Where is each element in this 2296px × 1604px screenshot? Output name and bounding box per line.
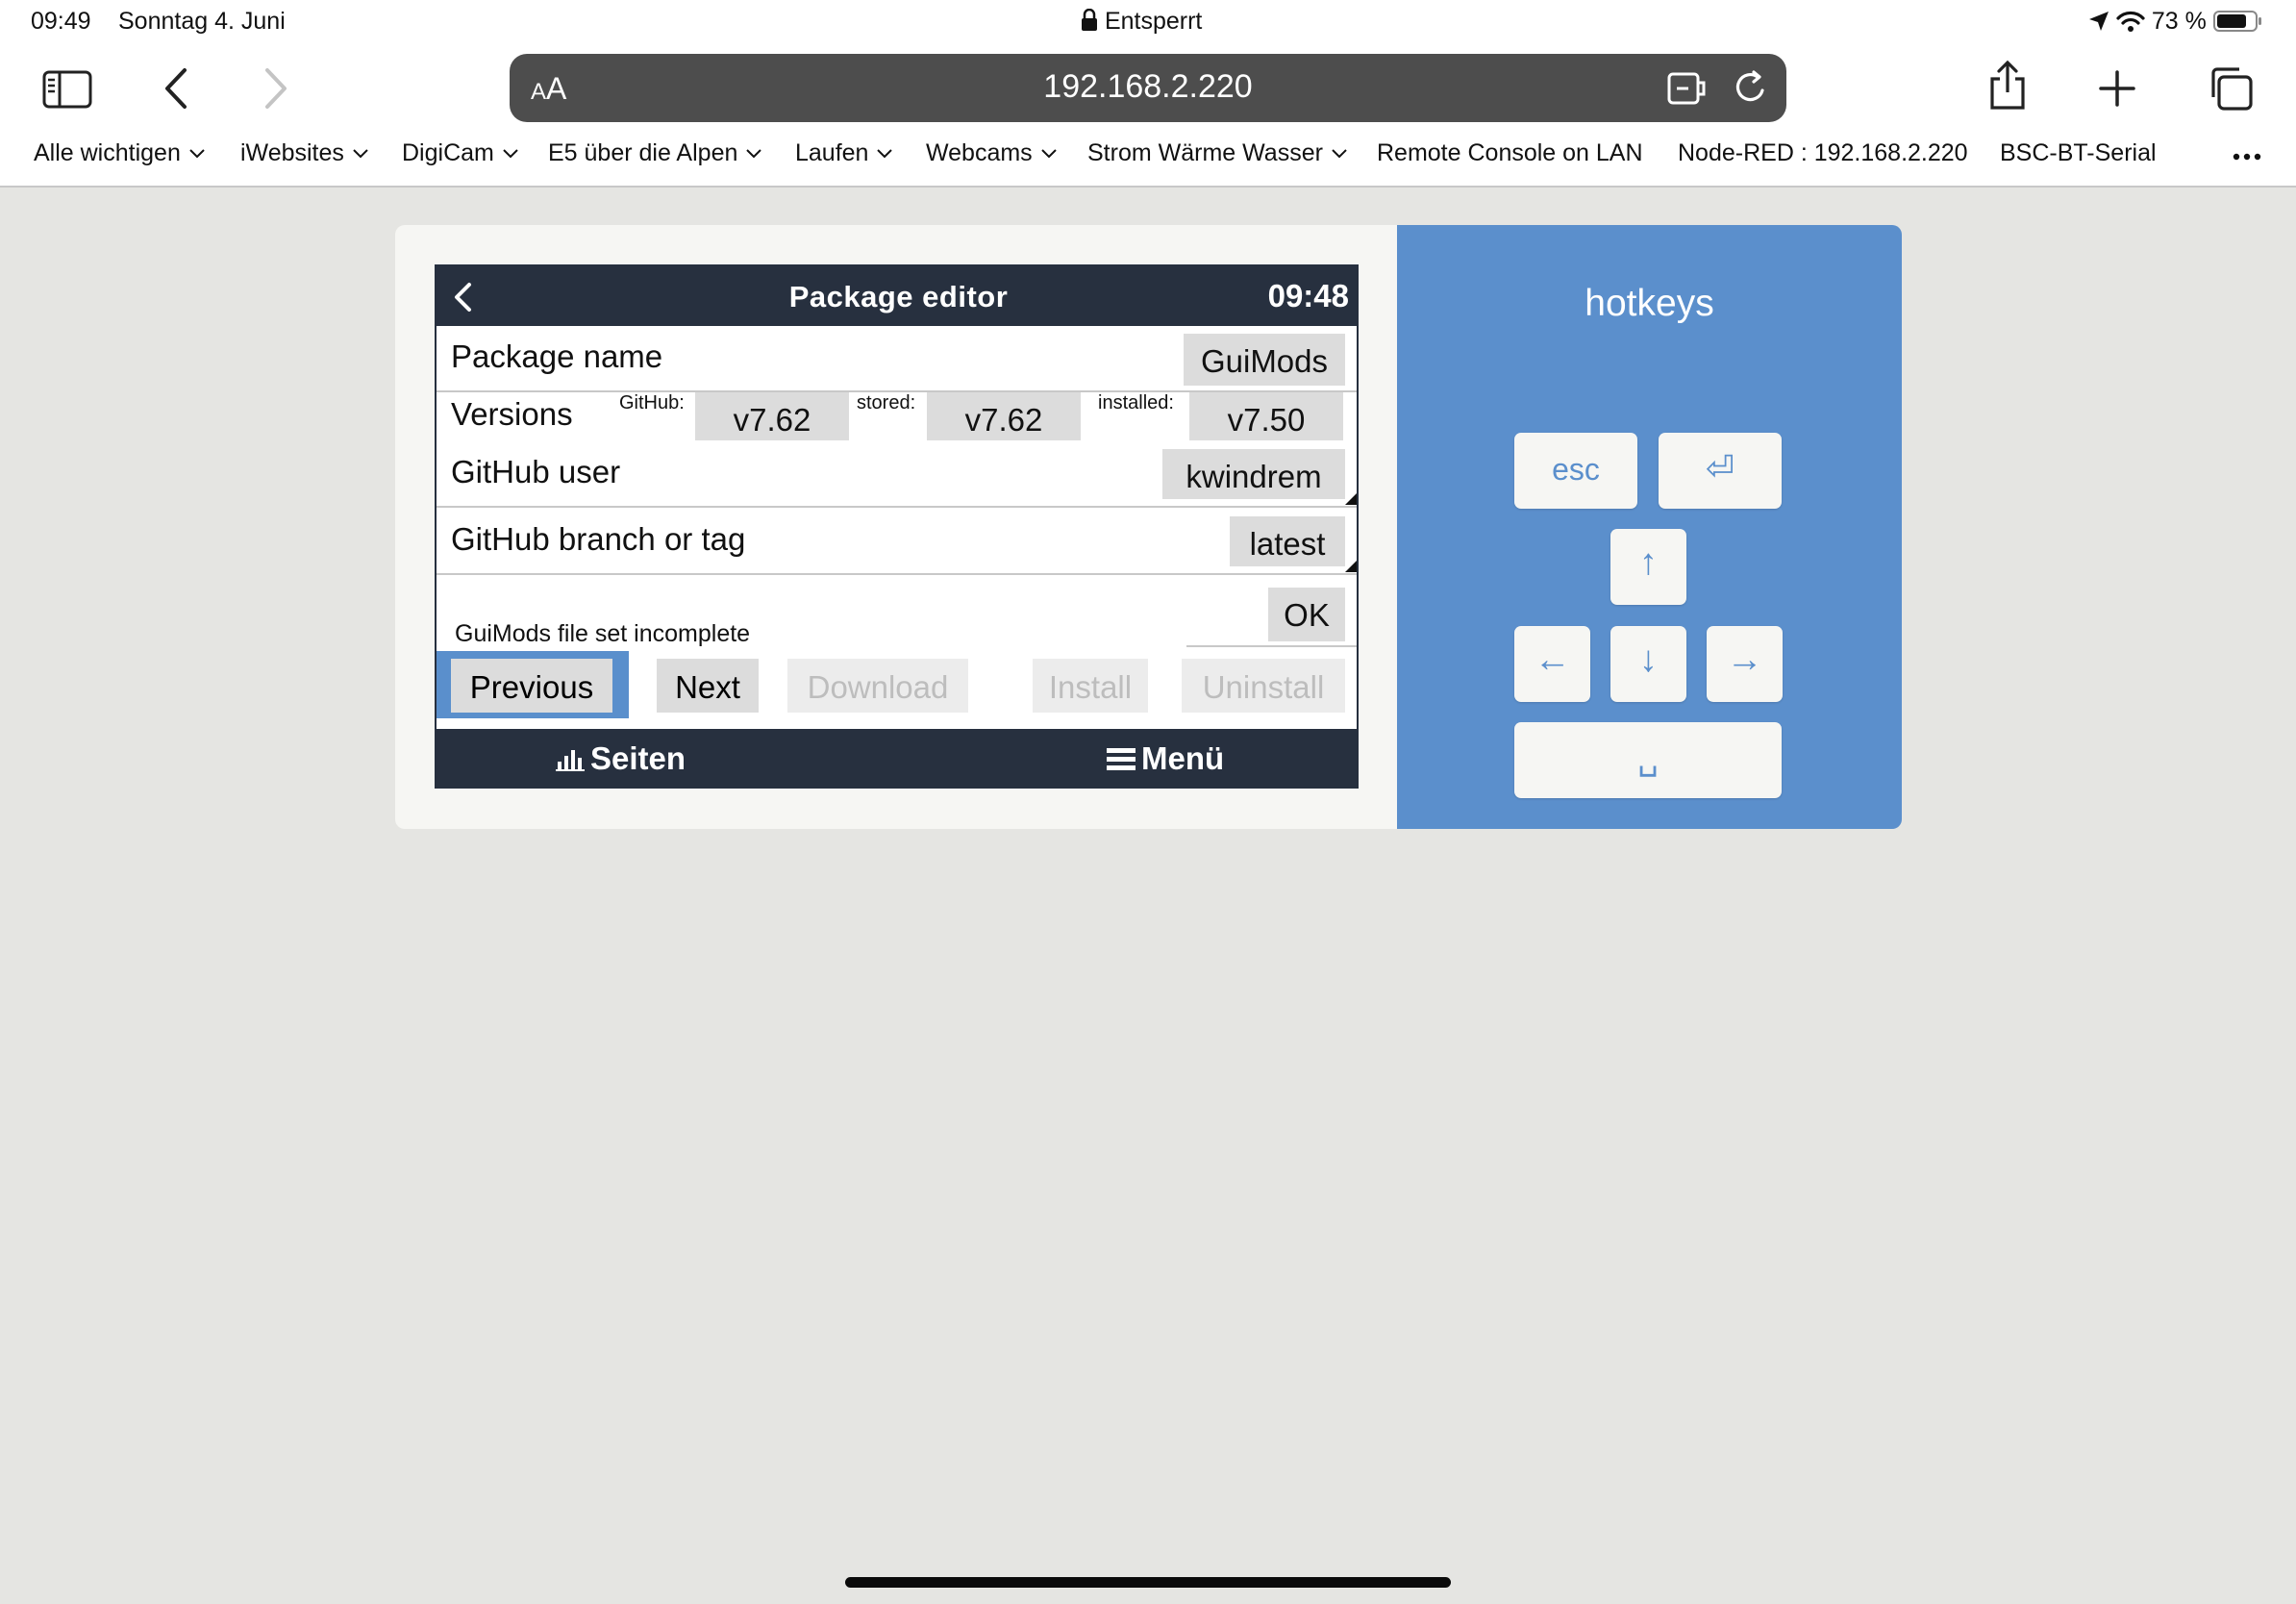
space-key[interactable]: ␣ [1514,722,1782,798]
down-arrow-key[interactable]: ↓ [1610,626,1686,702]
lock-status: Entsperrt [1081,8,1202,36]
browser-chrome: 09:49 Sonntag 4. Juni Entsperrt 73 % AA … [0,0,2296,188]
wifi-icon [2116,11,2145,32]
row-separator [437,506,1357,508]
left-arrow-key[interactable]: ← [1514,626,1590,702]
editable-corner-indicator [1345,493,1357,505]
bookmark-node-red[interactable]: Node-RED : 192.168.2.220 [1678,139,1968,167]
more-ellipsis-icon[interactable] [2233,153,2261,161]
bookmark-folder-strom[interactable]: Strom Wärme Wasser [1087,139,1347,167]
row-separator [1186,645,1357,647]
previous-button[interactable]: Previous [451,659,612,713]
remote-console-page: Package editor 09:48 Package name GuiMod… [395,225,1902,829]
bookmark-folder-webcams[interactable]: Webcams [926,139,1057,167]
sidebar-icon[interactable] [42,70,92,109]
bookmark-folder-digicam[interactable]: DigiCam [402,139,518,167]
bookmark-remote-console[interactable]: Remote Console on LAN [1377,139,1643,167]
chevron-down-icon [1332,148,1347,158]
address-bar[interactable]: AA 192.168.2.220 [510,54,1786,122]
chevron-down-icon [746,148,762,158]
stored-version-value: v7.62 [927,392,1081,440]
chevron-down-icon [189,148,205,158]
location-arrow-icon [2089,12,2109,31]
github-version-value: v7.62 [695,392,849,440]
github-branch-label: GitHub branch or tag [451,521,746,557]
chevron-down-icon [877,148,893,158]
pages-button[interactable]: Seiten [556,740,686,777]
installed-version-value: v7.50 [1189,392,1343,440]
right-arrow-key[interactable]: → [1707,626,1783,702]
github-branch-value[interactable]: latest [1230,516,1345,566]
install-button[interactable]: Install [1033,659,1148,713]
home-indicator [845,1577,1451,1588]
reload-icon[interactable] [1733,69,1769,108]
new-tab-plus-icon[interactable] [2098,69,2136,108]
esc-key[interactable]: esc [1514,433,1637,509]
next-button[interactable]: Next [657,659,759,713]
bookmark-folder-alle-wichtigen[interactable]: Alle wichtigen [34,139,205,167]
chevron-down-icon [1040,148,1057,158]
pages-label: Seiten [590,740,686,776]
lock-status-text: Entsperrt [1104,8,1203,35]
github-user-label: GitHub user [451,454,621,489]
hotkeys-title: hotkeys [1585,283,1714,324]
back-chevron-icon[interactable] [163,67,188,110]
battery-icon [2212,11,2261,32]
console-footer: Seiten Menü [437,729,1357,787]
versions-label: Versions [451,396,573,432]
bookmarks-bar: Alle wichtigen iWebsites DigiCam E5 über… [0,139,2296,174]
tabs-overview-icon[interactable] [2208,65,2254,112]
url-text[interactable]: 192.168.2.220 [510,68,1786,106]
installed-version-label: installed: [1098,392,1174,414]
bookmark-folder-laufen[interactable]: Laufen [795,139,893,167]
status-date: Sonntag 4. Juni [118,8,286,35]
ok-button[interactable]: OK [1268,588,1345,641]
console-header: Package editor 09:48 [437,266,1357,326]
github-user-value[interactable]: kwindrem [1162,449,1345,499]
status-icons: 73 % [2088,8,2263,36]
download-button[interactable]: Download [787,659,968,713]
chevron-down-icon [353,148,368,158]
uninstall-button[interactable]: Uninstall [1182,659,1345,713]
menu-button[interactable]: Menü [1107,740,1224,777]
package-name-value[interactable]: GuiMods [1184,334,1345,386]
share-icon[interactable] [1986,60,2029,112]
enter-key[interactable]: ⏎ [1659,433,1782,509]
extension-icon[interactable] [1667,71,1708,106]
status-time: 09:49 [31,8,91,35]
console-title: Package editor [788,280,1009,313]
stored-version-label: stored: [857,392,916,414]
forward-chevron-icon[interactable] [263,67,288,110]
battery-percent: 73 % [2151,8,2207,35]
bookmark-bsc-bt-serial[interactable]: BSC-BT-Serial [2000,139,2157,167]
remote-console-screen[interactable]: Package editor 09:48 Package name GuiMod… [435,264,1359,789]
console-time: 09:48 [1267,278,1349,313]
bookmark-folder-e5[interactable]: E5 über die Alpen [548,139,762,167]
chevron-down-icon [503,148,518,158]
bar-chart-icon [556,750,585,771]
up-arrow-key[interactable]: ↑ [1610,529,1686,605]
menu-label: Menü [1141,740,1225,776]
row-separator [437,573,1357,575]
status-message: GuiMods file set incomplete [455,620,751,647]
package-name-label: Package name [451,338,663,374]
bookmark-folder-iwebsites[interactable]: iWebsites [240,139,368,167]
github-version-label: GitHub: [619,392,685,414]
editable-corner-indicator [1345,561,1357,572]
hotkeys-panel: hotkeys esc ⏎ ↑ ← ↓ → ␣ [1397,225,1902,829]
console-card: Package editor 09:48 Package name GuiMod… [395,225,1397,829]
lock-icon [1082,8,1097,31]
hamburger-menu-icon [1107,748,1136,770]
